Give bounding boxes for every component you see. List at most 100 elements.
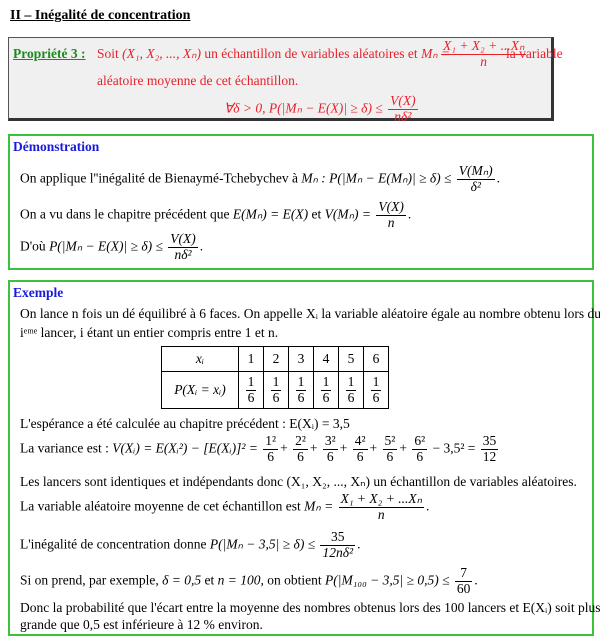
example-concentration: L'inégalité de concentration donne P(|Mₙ… (20, 529, 361, 561)
fraction-numerator: V(X) (376, 199, 406, 216)
demonstration-box: Démonstration On applique l''inégalité d… (8, 134, 594, 270)
property-sample: (X₁, X₂, ..., Xₙ) (122, 46, 202, 61)
line-fraction: V(X) nδ² (168, 231, 198, 263)
line-fraction: X₁ + X₂ + ...Xₙ n (338, 491, 424, 523)
line-math: Mₙ : P(|Mₙ − E(Mₙ)| ≥ δ) ≤ (301, 170, 452, 186)
fraction-numerator: V(X) (168, 231, 198, 248)
table-cell: 4 (313, 346, 339, 372)
probability-table: xᵢ 1 2 3 4 5 6 P(Xᵢ = xᵢ) 16 16 16 16 16… (161, 346, 389, 409)
section-title: II – Inégalité de concentration (10, 8, 191, 23)
property-line1-end: la variable (506, 46, 563, 61)
demonstration-line3: D'où P(|Mₙ − E(X)| ≥ δ) ≤ V(X) nδ² . (20, 231, 204, 263)
variance-term: 4² 6 (352, 433, 368, 465)
variance-result: 35 12 (480, 433, 499, 465)
table-header: xᵢ (161, 346, 239, 372)
fraction-denominator: 12 (482, 448, 497, 464)
table-cell: 16 (288, 371, 314, 409)
line-math: P(|Mₙ − E(X)| ≥ δ) ≤ (49, 238, 163, 254)
fraction-denominator: 6 (247, 389, 255, 405)
example-application: Si on prend, par exemple, δ = 0,5 et n =… (20, 565, 478, 597)
fraction-numerator: 4² (352, 433, 368, 450)
formula-fraction: V(X) nδ² (388, 93, 418, 125)
fraction-denominator: 6 (272, 389, 280, 405)
fraction-numerator: 1 (345, 373, 357, 391)
line-fraction: V(X) n (376, 199, 406, 231)
table-row: P(Xᵢ = xᵢ) 16 16 16 16 16 16 (161, 371, 389, 409)
line-fraction: V(Mₙ) δ² (456, 163, 495, 195)
fraction-denominator: 60 (456, 580, 471, 596)
line-math: P(|Mₙ − 3,5| ≥ δ) ≤ (209, 536, 316, 552)
property-line1: Soit (X₁, X₂, ..., Xₙ) un échantillon de… (97, 46, 450, 62)
table-header: P(Xᵢ = xᵢ) (161, 371, 239, 409)
fraction-numerator: 3² (322, 433, 338, 450)
fraction-denominator: 6 (386, 448, 394, 464)
table-cell: 6 (363, 346, 389, 372)
example-intro1: On lance n fois un dé équilibré à 6 face… (20, 306, 600, 321)
property-box: Propriété 3 : Soit (X₁, X₂, ..., Xₙ) un … (8, 37, 563, 124)
fraction-numerator: 2² (293, 433, 308, 450)
example-intro2: iᵉᵐᵉ lancer, i étant un entier compris e… (20, 325, 279, 340)
table-cell: 3 (288, 346, 314, 372)
fraction-denominator: n (377, 506, 385, 522)
table-cell: 1 (238, 346, 264, 372)
line-math: V(Mₙ) = (324, 206, 371, 222)
property-label: Propriété 3 : (13, 46, 86, 61)
fraction-denominator: 6 (326, 448, 334, 464)
table-cell: 16 (263, 371, 289, 409)
line-math: δ = 0,5 (162, 572, 202, 588)
fraction-denominator: 6 (322, 389, 330, 405)
line-math: Mₙ = (304, 498, 334, 514)
variance-term: 1² 6 (263, 433, 279, 465)
fraction-denominator: nδ² (394, 108, 412, 124)
fraction-numerator: 5² (382, 433, 398, 450)
demonstration-line1: On applique l''inégalité de Bienaymé-Tch… (20, 163, 501, 195)
example-independence: Les lancers sont identiques et indépenda… (20, 474, 577, 489)
property-soit: Soit (97, 46, 119, 61)
line-text: On a vu dans le chapitre précédent que (20, 206, 230, 222)
fraction-denominator: 6 (356, 448, 364, 464)
fraction-numerator: V(X) (388, 93, 418, 110)
table-cell: 16 (338, 371, 364, 409)
example-heading: Exemple (13, 285, 64, 300)
fraction-numerator: 1 (370, 373, 382, 391)
table-cell: 16 (238, 371, 264, 409)
example-esperance: L'espérance a été calculée au chapitre p… (20, 416, 350, 431)
line-et: et (204, 572, 215, 588)
fraction-denominator: 6 (372, 389, 380, 405)
line-text: La variance est : (20, 440, 109, 456)
table-cell: 2 (263, 346, 289, 372)
example-mean: La variable aléatoire moyenne de cet éch… (20, 491, 430, 523)
variance-tail: − 3,5² = (432, 440, 476, 456)
fraction-numerator: 35 (320, 529, 356, 546)
fraction-numerator: 1 (245, 373, 257, 391)
example-conclusion1: Donc la probabilité que l'écart entre la… (20, 600, 600, 615)
table-cell: 16 (363, 371, 389, 409)
demonstration-line2: On a vu dans le chapitre précédent que E… (20, 199, 412, 231)
fraction-numerator: 1² (263, 433, 279, 450)
property-line1-mid: un échantillon de variables aléatoires e… (204, 46, 418, 61)
fraction-denominator: 6 (297, 448, 304, 464)
formula-lhs: ∀δ > 0, P(|Mₙ − E(X)| ≥ δ) ≤ (224, 100, 383, 116)
fraction-numerator: X₁ + X₂ + ...Xₙ (338, 491, 424, 508)
fraction-denominator: 6 (267, 448, 275, 464)
line-text: On applique l''inégalité de Bienaymé-Tch… (20, 170, 298, 186)
line-fraction: 35 12nδ² (320, 529, 356, 561)
property-formula: ∀δ > 0, P(|Mₙ − E(X)| ≥ δ) ≤ V(X) nδ² (224, 93, 420, 125)
demonstration-heading: Démonstration (13, 139, 100, 154)
fraction-numerator: 1 (320, 373, 332, 391)
fraction-denominator: 12nδ² (322, 544, 354, 560)
fraction-denominator: 6 (347, 389, 355, 405)
fraction-denominator: n (387, 214, 395, 230)
line-text: Si on prend, par exemple, (20, 572, 159, 588)
fraction-denominator: 6 (297, 389, 305, 405)
fraction-denominator: δ² (470, 178, 481, 194)
line-text: La variable aléatoire moyenne de cet éch… (20, 498, 301, 514)
line-fraction: 7 60 (454, 565, 473, 597)
fraction-denominator: nδ² (174, 246, 192, 262)
fraction-numerator: 1 (295, 373, 307, 391)
example-conclusion2: grande que 0,5 est inférieure à 12 % env… (20, 617, 263, 632)
property-line2: aléatoire moyenne de cet échantillon. (97, 73, 299, 88)
line-et: et (311, 206, 322, 222)
table-row: xᵢ 1 2 3 4 5 6 (161, 346, 389, 372)
fraction-numerator: 1 (270, 373, 282, 391)
